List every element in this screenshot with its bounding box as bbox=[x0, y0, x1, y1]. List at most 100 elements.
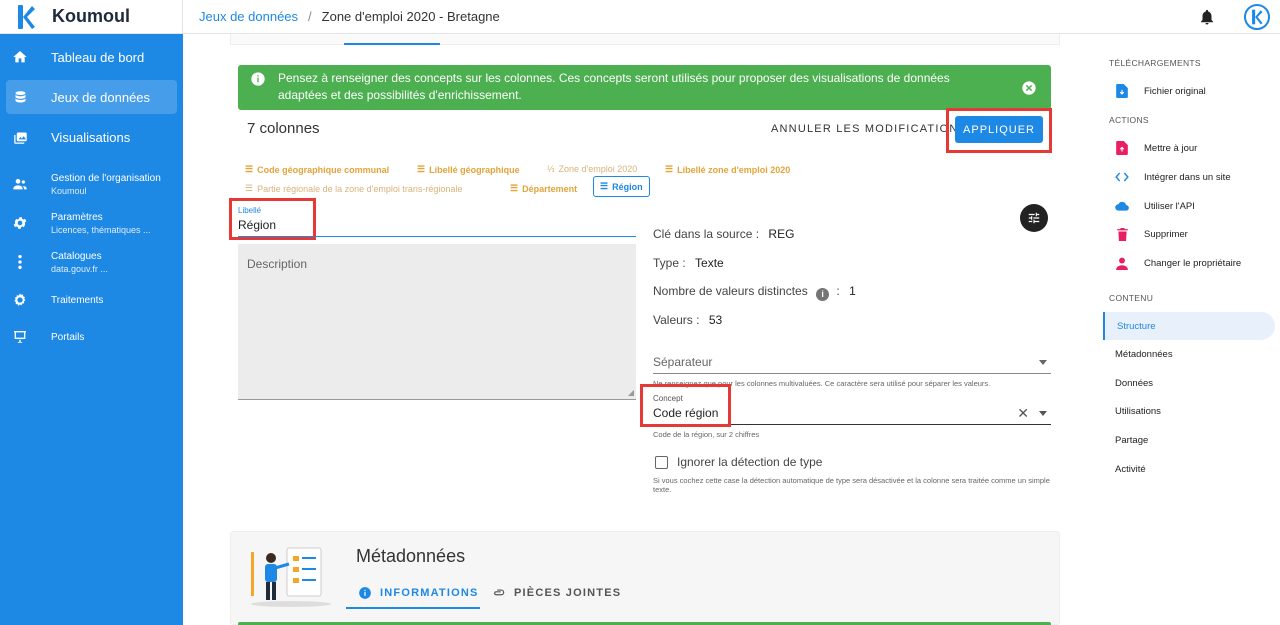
column-chip-selected[interactable]: ☰ Région bbox=[593, 176, 650, 197]
content-nav-structure[interactable]: Structure bbox=[1103, 312, 1275, 340]
action-api[interactable]: Utiliser l'API bbox=[1115, 199, 1195, 213]
top-bar: Koumoul Jeux de données / Zone d'emploi … bbox=[0, 0, 1280, 34]
actions-section-title: ACTIONS bbox=[1109, 115, 1149, 125]
tab-informations[interactable]: INFORMATIONS bbox=[358, 586, 479, 600]
sidebar-item-sub: Koumoul bbox=[51, 185, 87, 196]
breadcrumb-separator: / bbox=[308, 9, 312, 24]
ignore-type-detection[interactable]: Ignorer la détection de type bbox=[655, 455, 822, 469]
rp-item-label: Supprimer bbox=[1144, 228, 1188, 240]
file-upload-icon bbox=[1115, 141, 1129, 155]
column-settings-button[interactable] bbox=[1020, 204, 1048, 232]
text-icon: ☰ bbox=[245, 183, 254, 193]
colon: : bbox=[836, 284, 840, 298]
close-icon[interactable] bbox=[1021, 80, 1037, 96]
content-nav-data[interactable]: Données bbox=[1103, 369, 1275, 397]
chip-label: Zone d'emploi 2020 bbox=[558, 164, 638, 174]
rp-item-label: Intégrer dans un site bbox=[1144, 171, 1231, 183]
sidebar-item-text: Catalogues data.gouv.fr ... bbox=[51, 251, 108, 274]
ignore-type-checkbox[interactable] bbox=[655, 455, 668, 469]
description-textarea[interactable]: Description ◢ bbox=[238, 244, 636, 400]
file-download-icon bbox=[1115, 84, 1129, 98]
source-key-row: Clé dans la source : REG bbox=[653, 227, 794, 241]
action-change-owner[interactable]: Changer le propriétaire bbox=[1115, 256, 1241, 270]
gear-icon bbox=[11, 214, 29, 232]
sidebar-item-visualisations[interactable]: Visualisations bbox=[6, 122, 177, 152]
brand[interactable]: Koumoul bbox=[0, 0, 183, 34]
user-avatar[interactable] bbox=[1244, 4, 1270, 30]
libelle-label: Libellé bbox=[238, 206, 262, 215]
number-icon: ⅓ bbox=[547, 164, 555, 174]
source-key-label: Clé dans la source : bbox=[653, 227, 760, 241]
column-chip[interactable]: ☰ Partie régionale de la zone d'emploi t… bbox=[245, 183, 462, 194]
cancel-changes-button[interactable]: ANNULER LES MODIFICATIONS bbox=[771, 123, 967, 135]
column-chip[interactable]: ⅓ Zone d'emploi 2020 bbox=[547, 164, 637, 174]
sidebar-item-text: Paramètres Licences, thématiques ... bbox=[51, 212, 151, 235]
clear-icon[interactable]: ✕ bbox=[1017, 406, 1029, 420]
action-embed[interactable]: Intégrer dans un site bbox=[1115, 170, 1231, 184]
cogs-icon bbox=[11, 291, 29, 309]
type-row: Type : Texte bbox=[653, 256, 724, 270]
info-icon[interactable]: i bbox=[816, 288, 830, 301]
sidebar-item-dashboard[interactable]: Tableau de bord bbox=[6, 42, 177, 72]
sidebar-item-sub: data.gouv.fr ... bbox=[51, 263, 108, 274]
chip-label: Libellé zone d'emploi 2020 bbox=[677, 164, 791, 175]
notification-bell-icon[interactable] bbox=[1198, 8, 1216, 26]
cloud-icon bbox=[1115, 199, 1129, 213]
sidebar-item-label: Portails bbox=[51, 331, 85, 343]
content-section-title: CONTENU bbox=[1109, 293, 1154, 303]
app: Koumoul Jeux de données / Zone d'emploi … bbox=[0, 0, 1280, 625]
column-chip[interactable]: ☰ Libellé zone d'emploi 2020 bbox=[665, 164, 790, 175]
separator-select[interactable]: Séparateur bbox=[653, 352, 1051, 374]
content-nav-sharing[interactable]: Partage bbox=[1103, 426, 1275, 454]
group-icon bbox=[11, 175, 29, 193]
database-icon bbox=[11, 88, 29, 106]
sidebar-item-label: Tableau de bord bbox=[51, 49, 145, 65]
info-icon bbox=[251, 72, 265, 86]
sidebar-item-catalogues[interactable]: Catalogues data.gouv.fr ... bbox=[6, 245, 177, 279]
rp-item-label: Fichier original bbox=[1144, 85, 1206, 97]
resize-handle-icon[interactable]: ◢ bbox=[628, 388, 634, 397]
sidebar: Tableau de bord Jeux de données Visualis… bbox=[0, 34, 183, 625]
trash-icon bbox=[1115, 227, 1129, 241]
metadata-title: Métadonnées bbox=[356, 546, 466, 566]
sidebar-item-processings[interactable]: Traitements bbox=[6, 289, 177, 311]
sidebar-item-settings[interactable]: Paramètres Licences, thématiques ... bbox=[6, 206, 177, 240]
code-icon bbox=[1115, 170, 1129, 184]
breadcrumb-datasets-link[interactable]: Jeux de données bbox=[199, 9, 298, 24]
content-nav-metadata[interactable]: Métadonnées bbox=[1103, 340, 1275, 368]
column-chip[interactable]: ☰ Code géographique communal bbox=[245, 164, 389, 175]
distinct-values-row: Nombre de valeurs distinctes i : 1 bbox=[653, 284, 856, 301]
tune-icon bbox=[1028, 212, 1040, 224]
download-original-file[interactable]: Fichier original bbox=[1115, 84, 1206, 98]
description-placeholder: Description bbox=[247, 257, 308, 271]
chip-label: Partie régionale de la zone d'emploi tra… bbox=[257, 183, 463, 194]
chip-label: Code géographique communal bbox=[257, 164, 390, 175]
sidebar-item-datasets[interactable]: Jeux de données bbox=[6, 80, 177, 114]
apply-button[interactable]: APPLIQUER bbox=[955, 116, 1043, 143]
metadata-illustration bbox=[251, 547, 331, 607]
sidebar-item-organisation[interactable]: Gestion de l'organisation Koumoul bbox=[6, 167, 177, 201]
tab-attachments[interactable]: PIÈCES JOINTES bbox=[492, 586, 621, 600]
text-icon: ☰ bbox=[417, 164, 426, 174]
app-name: Koumoul bbox=[52, 6, 130, 26]
chip-label: Région bbox=[612, 181, 643, 192]
active-tab-indicator bbox=[344, 43, 440, 45]
ignore-type-label: Ignorer la détection de type bbox=[677, 455, 823, 469]
libelle-input[interactable]: Région bbox=[238, 218, 276, 232]
rp-item-label: Changer le propriétaire bbox=[1144, 257, 1242, 269]
column-chip[interactable]: ☰ Libellé géographique bbox=[417, 164, 520, 175]
content-nav-activity[interactable]: Activité bbox=[1103, 455, 1275, 483]
paperclip-icon bbox=[494, 589, 505, 596]
action-update[interactable]: Mettre à jour bbox=[1115, 141, 1197, 155]
dots-icon bbox=[11, 253, 29, 271]
concept-hint: Code de la région, sur 2 chiffres bbox=[653, 430, 760, 439]
chevron-down-icon bbox=[1039, 411, 1047, 416]
sidebar-item-label: Catalogues bbox=[51, 250, 102, 262]
downloads-section-title: TÉLÉCHARGEMENTS bbox=[1109, 58, 1201, 68]
column-chip[interactable]: ☰ Département bbox=[510, 183, 577, 194]
sidebar-item-portals[interactable]: Portails bbox=[6, 326, 177, 348]
content-nav-uses[interactable]: Utilisations bbox=[1103, 397, 1275, 425]
separator-label: Séparateur bbox=[653, 355, 713, 369]
action-delete[interactable]: Supprimer bbox=[1115, 227, 1188, 241]
sidebar-item-label: Paramètres bbox=[51, 211, 103, 223]
